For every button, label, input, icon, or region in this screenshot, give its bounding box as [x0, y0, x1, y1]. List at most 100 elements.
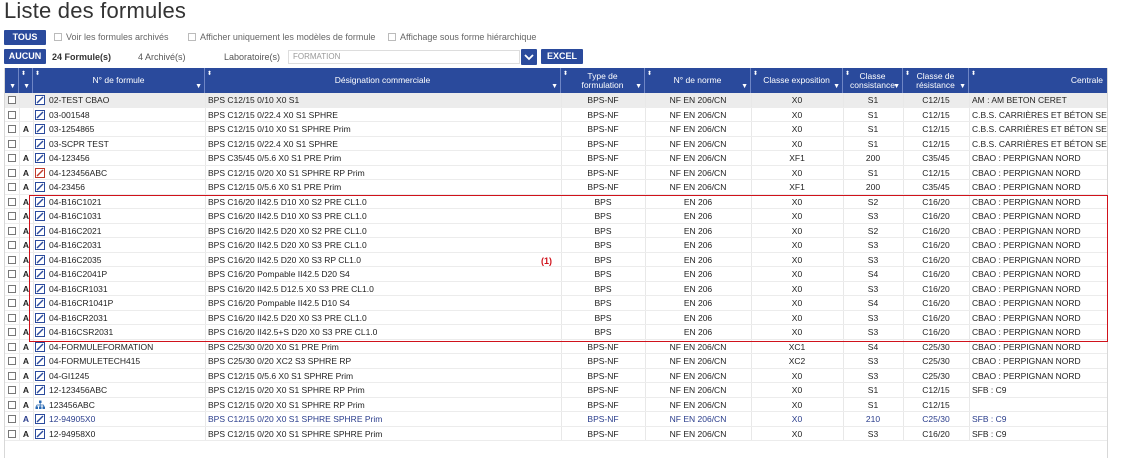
formula-number[interactable]: 04-B16C2021: [49, 224, 205, 239]
formula-number[interactable]: 04-FORMULETECH415: [49, 354, 205, 369]
filter-icon[interactable]: ▼: [741, 82, 748, 91]
formula-number[interactable]: 04-23456: [49, 180, 205, 195]
table-row[interactable]: A 04-123456ABC BPS C12/15 0/20 X0 S1 SPHRE…: [5, 165, 1107, 181]
formula-number[interactable]: 03-1254865: [49, 122, 205, 137]
table-row[interactable]: A 04-B16CSR2031 BPS C16/20 II42.5+S D20 X0…: [5, 325, 1107, 340]
col-archive-header[interactable]: ⬍ ▼: [19, 68, 33, 93]
formula-number[interactable]: 04-B16C1021: [49, 195, 205, 210]
row-checkbox[interactable]: [8, 371, 16, 380]
row-checkbox[interactable]: [8, 212, 16, 220]
formula-edit-icon[interactable]: [35, 340, 47, 355]
formula-edit-icon[interactable]: [35, 369, 47, 384]
formula-number[interactable]: 04-B16CR1041P: [49, 296, 205, 311]
formula-edit-icon[interactable]: [35, 354, 47, 369]
row-checkbox[interactable]: [8, 429, 16, 438]
filter-icon[interactable]: ▼: [833, 82, 840, 91]
col-num-header[interactable]: ⬍ N° de formule ▼: [33, 68, 205, 93]
formula-number[interactable]: 04-B16C2031: [49, 238, 205, 253]
lab-dropdown-button[interactable]: [521, 49, 537, 65]
row-checkbox[interactable]: [8, 96, 16, 104]
formula-edit-icon[interactable]: [35, 282, 47, 297]
table-row[interactable]: A 04-23456 BPS C12/15 0/5.6 X0 S1 PRE Prim…: [5, 180, 1107, 195]
col-expo-header[interactable]: ⬍ Classe exposition ▼: [751, 68, 843, 93]
row-checkbox[interactable]: [8, 313, 16, 322]
row-checkbox[interactable]: [8, 241, 16, 249]
formula-number[interactable]: 04-FORMULEFORMATION: [49, 340, 205, 355]
table-row[interactable]: 02-TEST CBAO BPS C12/15 0/10 X0 S1 BPS-NF N…: [5, 93, 1107, 108]
table-row[interactable]: 03-001548 BPS C12/15 0/22.4 X0 S1 SPHRE BP…: [5, 107, 1107, 123]
formula-edit-icon[interactable]: [35, 195, 47, 210]
table-row[interactable]: A 04-B16C1021 BPS C16/20 II42.5 D10 X0 S2 …: [5, 194, 1107, 210]
row-checkbox[interactable]: [8, 110, 16, 119]
hierarchy-icon[interactable]: [35, 398, 47, 413]
only-models-option[interactable]: Afficher uniquement les modèles de formu…: [188, 32, 375, 42]
formula-edit-icon[interactable]: [35, 137, 47, 152]
table-row[interactable]: 03-SCPR TEST BPS C12/15 0/22.4 X0 S1 SPHR…: [5, 136, 1107, 152]
row-checkbox[interactable]: [8, 125, 16, 133]
table-row[interactable]: A 123456ABC BPS C12/15 0/20 X0 S1 SPHRE RP…: [5, 397, 1107, 413]
col-resist-header[interactable]: ⬍ Classe de résistance ▼: [903, 68, 969, 93]
row-checkbox[interactable]: [8, 284, 16, 293]
row-checkbox[interactable]: [8, 255, 16, 264]
show-archived-checkbox[interactable]: [54, 33, 62, 41]
hierarchical-checkbox[interactable]: [388, 33, 396, 41]
formula-number[interactable]: 123456ABC: [49, 398, 205, 413]
select-all-button[interactable]: TOUS: [4, 30, 46, 45]
formula-edit-icon[interactable]: [35, 311, 47, 326]
table-row[interactable]: A 04-B16CR1031 BPS C16/20 II42.5 D12.5 X0 …: [5, 281, 1107, 297]
filter-icon[interactable]: ▼: [893, 82, 900, 91]
formula-number[interactable]: 04-123456ABC: [49, 166, 205, 181]
table-row[interactable]: A 12-123456ABC BPS C12/15 0/20 X0 S1 SPHRE…: [5, 383, 1107, 398]
formula-number[interactable]: 04-B16CSR2031: [49, 325, 205, 340]
row-checkbox[interactable]: [8, 154, 16, 162]
row-checkbox[interactable]: [8, 139, 16, 148]
formula-edit-icon[interactable]: [35, 108, 47, 123]
filter-icon[interactable]: ▼: [635, 82, 642, 91]
table-row[interactable]: A 04-B16CR2031 BPS C16/20 II42.5 D20 X0 S3…: [5, 310, 1107, 326]
formula-edit-icon[interactable]: [35, 267, 47, 282]
show-archived-option[interactable]: Voir les formules archivés: [54, 32, 169, 42]
filter-icon[interactable]: ▼: [959, 82, 966, 91]
col-designation-header[interactable]: ⬍ Désignation commerciale ▼: [205, 68, 561, 93]
formula-edit-icon[interactable]: [35, 325, 47, 340]
row-checkbox[interactable]: [8, 197, 16, 206]
row-checkbox[interactable]: [8, 386, 16, 394]
lab-select[interactable]: FORMATION: [288, 50, 520, 64]
table-row[interactable]: A 04-B16C2021 BPS C16/20 II42.5 D20 X0 S2 …: [5, 223, 1107, 239]
table-row[interactable]: A 04-B16C2031 BPS C16/20 II42.5 D20 X0 S3 …: [5, 238, 1107, 253]
formula-edit-icon[interactable]: [35, 238, 47, 253]
row-checkbox[interactable]: [8, 226, 16, 235]
formula-number[interactable]: 04-123456: [49, 151, 205, 166]
formula-edit-icon-red[interactable]: [35, 166, 47, 181]
formula-number[interactable]: 03-SCPR TEST: [49, 137, 205, 152]
formula-number[interactable]: 04-B16C1031: [49, 209, 205, 224]
formula-edit-icon[interactable]: [35, 383, 47, 398]
table-row[interactable]: A 04-FORMULETECH415 BPS C25/30 0/20 XC2 S3…: [5, 354, 1107, 369]
row-checkbox[interactable]: [8, 299, 16, 307]
formula-edit-icon[interactable]: [35, 151, 47, 166]
row-checkbox[interactable]: [8, 328, 16, 336]
formula-edit-icon[interactable]: [35, 412, 47, 427]
col-type-header[interactable]: ⬍ Type de formulation ▼: [561, 68, 645, 93]
col-norme-header[interactable]: ⬍ N° de norme ▼: [645, 68, 751, 93]
formula-edit-icon[interactable]: [35, 427, 47, 442]
select-none-button[interactable]: AUCUN: [4, 49, 46, 64]
formula-number[interactable]: 12-123456ABC: [49, 383, 205, 398]
filter-icon[interactable]: ▼: [195, 82, 202, 91]
excel-button[interactable]: EXCEL: [541, 49, 583, 64]
row-checkbox[interactable]: [8, 342, 16, 351]
col-centrale-header[interactable]: ⬍ Centrale: [969, 68, 1107, 93]
table-row[interactable]: A 04-123456 BPS C35/45 0/5.6 X0 S1 PRE Pri…: [5, 151, 1107, 166]
table-row[interactable]: A 04-B16CR1041P BPS C16/20 Pompable II42.5…: [5, 296, 1107, 311]
only-models-checkbox[interactable]: [188, 33, 196, 41]
filter-icon[interactable]: ▼: [551, 82, 558, 91]
row-checkbox[interactable]: [8, 168, 16, 177]
table-row[interactable]: A 12-94905X0 BPS C12/15 0/20 X0 S1 SPHRE S…: [5, 412, 1107, 427]
row-checkbox[interactable]: [8, 357, 16, 365]
formula-number[interactable]: 04-GI1245: [49, 369, 205, 384]
row-checkbox[interactable]: [8, 400, 16, 409]
formula-edit-icon[interactable]: [35, 209, 47, 224]
formula-edit-icon[interactable]: [35, 224, 47, 239]
formula-number[interactable]: 03-001548: [49, 108, 205, 123]
table-row[interactable]: A 04-B16C1031 BPS C16/20 II42.5 D10 X0 S3 …: [5, 209, 1107, 224]
